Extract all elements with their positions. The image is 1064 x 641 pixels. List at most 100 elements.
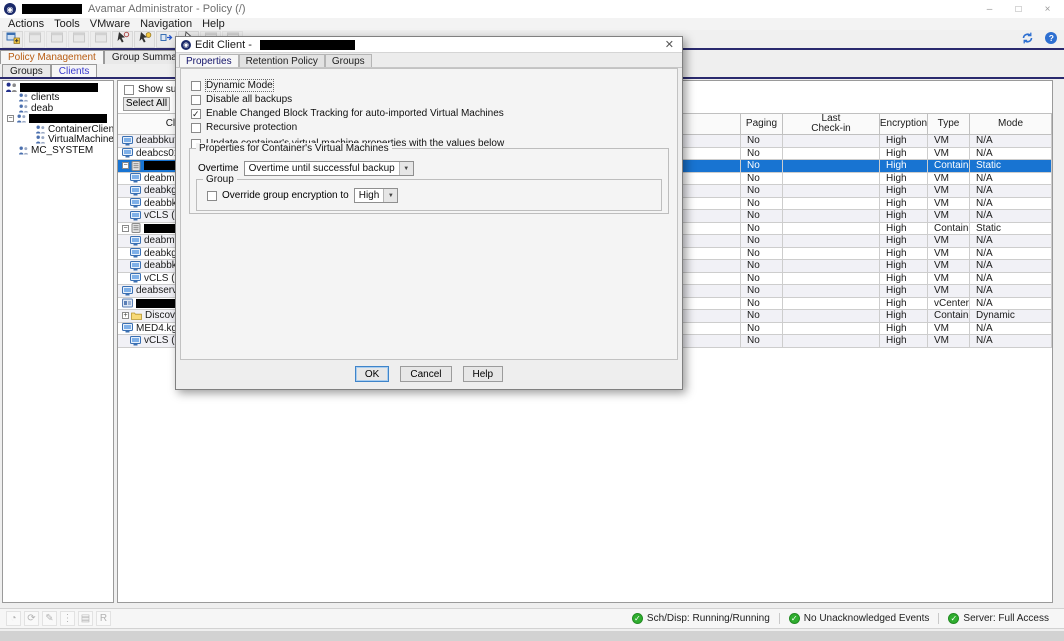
column-header[interactable]: Paging	[741, 114, 783, 135]
toolbar-button[interactable]	[112, 31, 133, 48]
table-cell: N/A	[970, 273, 1052, 286]
table-cell: High	[880, 223, 928, 236]
select-all-button[interactable]: Select All	[123, 97, 170, 111]
close-icon[interactable]: ✕	[662, 37, 677, 53]
tab-groups[interactable]: Groups	[2, 64, 51, 77]
window-icon	[72, 31, 86, 47]
domain-icon	[35, 135, 46, 144]
checkbox[interactable]	[191, 95, 201, 105]
pointer-gear-icon	[138, 31, 152, 47]
tree-node[interactable]: MC_SYSTEM	[3, 145, 113, 156]
avamar-app-icon: ◉	[4, 3, 16, 15]
chevron-down-icon: ▼	[383, 189, 397, 202]
sync-icon[interactable]: ⟳	[24, 611, 39, 626]
maximize-button[interactable]: □	[1004, 0, 1033, 18]
tree-node[interactable]: −	[3, 114, 113, 125]
override-group-encryption-checkbox[interactable]	[207, 191, 217, 201]
menu-tools[interactable]: Tools	[49, 18, 85, 30]
screen: ◉ Avamar Administrator - Policy (/) –□× …	[0, 0, 1064, 641]
dialog-tab-retention-policy[interactable]: Retention Policy	[239, 54, 325, 67]
toolbar-button	[90, 31, 111, 48]
table-cell: VM	[928, 235, 970, 248]
status-item: ✓No Unacknowledged Events	[779, 613, 939, 624]
dialog-tab-groups[interactable]: Groups	[325, 54, 372, 67]
menu-help[interactable]: Help	[197, 18, 230, 30]
checkbox[interactable]	[191, 81, 201, 91]
checkbox[interactable]	[191, 109, 201, 119]
toolbar-button	[46, 31, 67, 48]
encryption-level-dropdown[interactable]: High ▼	[354, 188, 399, 203]
tree-node[interactable]: ContainerClients	[3, 124, 113, 135]
table-cell: No	[741, 210, 783, 223]
table-cell: N/A	[970, 210, 1052, 223]
dialog-tab-properties[interactable]: Properties	[179, 54, 239, 67]
column-header[interactable]: Type	[928, 114, 970, 135]
menu-navigation[interactable]: Navigation	[135, 18, 197, 30]
ok-button[interactable]: OK	[355, 366, 389, 382]
table-cell: Container	[928, 223, 970, 236]
checkbox-label: Recursive protection	[206, 122, 297, 133]
tree-node-label: clients	[31, 92, 59, 103]
table-cell: No	[741, 248, 783, 261]
vm-icon	[130, 198, 141, 208]
window-icon	[28, 31, 42, 47]
tab-policy-management[interactable]: Policy Management	[0, 50, 104, 64]
table-cell	[783, 285, 880, 298]
checkbox[interactable]	[191, 123, 201, 133]
close-button[interactable]: ×	[1033, 0, 1062, 18]
table-cell: High	[880, 198, 928, 211]
tree-node[interactable]: deab	[3, 103, 113, 114]
toolbar-button[interactable]: ?	[1040, 31, 1061, 48]
menu-vmware[interactable]: VMware	[85, 18, 135, 30]
tab-clients[interactable]: Clients	[51, 64, 98, 77]
minimize-button[interactable]: –	[975, 0, 1004, 18]
cancel-button[interactable]: Cancel	[400, 366, 451, 382]
move-arrow-icon	[160, 31, 174, 47]
tree-node[interactable]	[3, 82, 113, 93]
dialog-title-bar: ◉ Edit Client - ✕	[176, 37, 682, 53]
collapse-toggle[interactable]: −	[7, 115, 14, 122]
tree-node-label: ContainerClients	[48, 124, 114, 135]
table-cell: Static	[970, 223, 1052, 236]
toolbar-button[interactable]	[2, 31, 23, 48]
vm-icon	[130, 173, 141, 183]
help-button[interactable]: Help	[463, 366, 504, 382]
table-cell: No	[741, 273, 783, 286]
column-header[interactable]: Mode	[970, 114, 1052, 135]
show-subdomains-checkbox[interactable]	[124, 85, 134, 95]
new-window-icon	[6, 31, 20, 47]
vm-icon	[130, 248, 141, 258]
table-cell: No	[741, 198, 783, 211]
overtime-label: Overtime	[198, 163, 239, 174]
table-cell: High	[880, 248, 928, 261]
column-header[interactable]: Encryption	[880, 114, 928, 135]
collapse-toggle[interactable]: −	[122, 225, 129, 232]
table-cell	[783, 335, 880, 348]
r-icon[interactable]: R	[96, 611, 111, 626]
table-cell: No	[741, 148, 783, 161]
toolbar-button[interactable]	[1017, 31, 1038, 48]
menu-actions[interactable]: Actions	[3, 18, 49, 30]
collapse-toggle[interactable]: −	[122, 162, 129, 169]
override-encryption-row: Override group encryption to High ▼	[207, 188, 398, 203]
tree-node[interactable]: clients	[3, 93, 113, 104]
dialog-title: Edit Client -	[195, 39, 252, 51]
dots-icon[interactable]: ⋮	[60, 611, 75, 626]
expand-toggle[interactable]: +	[122, 312, 129, 319]
clock-icon[interactable]: ◔	[6, 611, 21, 626]
pen-icon[interactable]: ✎	[42, 611, 57, 626]
toolbar-right: ?	[1017, 30, 1061, 48]
svg-text:?: ?	[1048, 33, 1053, 43]
toolbar-button[interactable]	[156, 31, 177, 48]
column-header[interactable]: Last Check-in	[783, 114, 880, 135]
table-cell: VM	[928, 135, 970, 148]
chevron-down-icon: ▼	[399, 162, 413, 175]
tree-node[interactable]: VirtualMachines	[3, 135, 113, 146]
toolbar-button[interactable]	[134, 31, 155, 48]
checkbox-row: Dynamic Mode	[191, 80, 273, 91]
green-check-icon: ✓	[789, 613, 800, 624]
journal-icon[interactable]: ▤	[78, 611, 93, 626]
client-name: deabcs01	[136, 148, 179, 159]
table-cell: High	[880, 285, 928, 298]
overtime-dropdown[interactable]: Overtime until successful backup ▼	[244, 161, 414, 176]
